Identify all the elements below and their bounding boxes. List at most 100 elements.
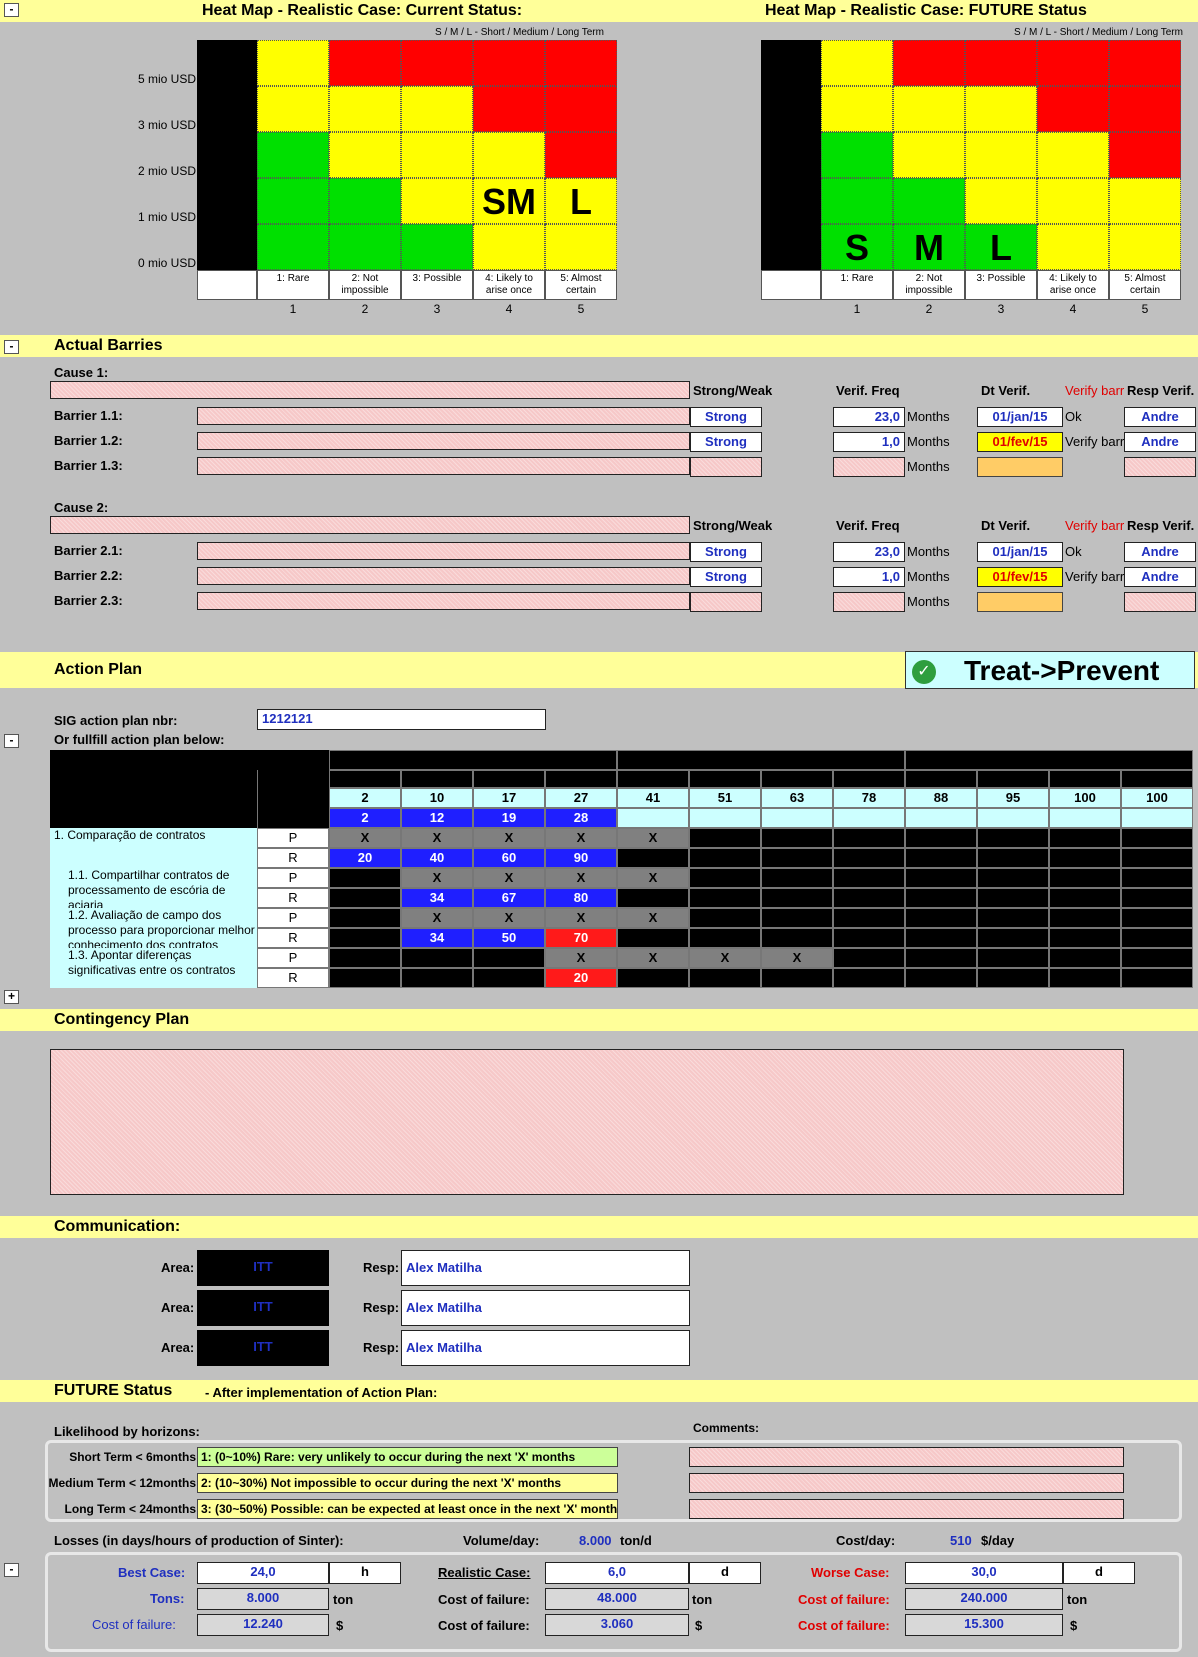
- future-heatmap-cell: [1037, 132, 1109, 178]
- sig-action-plan-input[interactable]: 1212121: [257, 709, 546, 730]
- tons-label: Tons:: [150, 1591, 185, 1606]
- plan-cell: [1049, 828, 1121, 848]
- collapse-barriers-button[interactable]: -: [4, 340, 19, 354]
- strong-weak-value[interactable]: Strong: [690, 542, 762, 562]
- cause-label: Cause 1:: [54, 365, 109, 380]
- contingency-plan-input[interactable]: [50, 1049, 1124, 1195]
- barrier-label: Barrier 2.2:: [54, 568, 123, 583]
- resp-input[interactable]: Alex Matilha: [401, 1330, 690, 1366]
- strong-weak-value[interactable]: [690, 457, 762, 477]
- dt-verif-value[interactable]: [977, 457, 1063, 477]
- treat-prevent-button[interactable]: ✓ Treat->Prevent: [905, 651, 1195, 689]
- cause-label: Cause 2:: [54, 500, 109, 515]
- future-heatmap-cell: [1109, 132, 1181, 178]
- resp-verif-value[interactable]: Andre: [1124, 432, 1196, 452]
- plan-year-header: [905, 750, 1193, 770]
- current-heatmap-cell: [401, 132, 473, 178]
- area-value[interactable]: ITT: [197, 1250, 329, 1286]
- strong-weak-value[interactable]: Strong: [690, 432, 762, 452]
- future-subtitle: - After implementation of Action Plan:: [205, 1385, 438, 1400]
- barrier-input[interactable]: [197, 407, 690, 425]
- worse-tons-unit: ton: [1067, 1592, 1088, 1607]
- resp-input[interactable]: Alex Matilha: [401, 1250, 690, 1286]
- horizon-comment-input[interactable]: [689, 1499, 1124, 1519]
- real-cell: [977, 968, 1049, 988]
- horizon-select[interactable]: 2: (10~30%) Not impossible to occur duri…: [197, 1473, 618, 1493]
- plan-cell: [833, 908, 905, 928]
- barrier-input[interactable]: [197, 592, 690, 610]
- area-value[interactable]: ITT: [197, 1290, 329, 1326]
- strong-weak-value[interactable]: Strong: [690, 407, 762, 427]
- best-cost-unit: $: [336, 1618, 344, 1633]
- worse-case-input[interactable]: 30,0: [905, 1562, 1063, 1584]
- resp-verif-header: Resp Verif.: [1127, 518, 1195, 533]
- resp-verif-value[interactable]: [1124, 592, 1196, 612]
- future-heatmap-cell: [1109, 40, 1181, 86]
- dt-verif-value[interactable]: 01/jan/15: [977, 542, 1063, 562]
- worse-cost-value: 15.300: [905, 1614, 1063, 1636]
- horizon-comment-input[interactable]: [689, 1447, 1124, 1467]
- verif-freq-value[interactable]: 23,0: [833, 542, 905, 562]
- resp-input[interactable]: Alex Matilha: [401, 1290, 690, 1326]
- plan-cumulative-value: 10: [401, 788, 473, 808]
- collapse-losses-button[interactable]: -: [4, 1563, 19, 1577]
- barrier-input[interactable]: [197, 457, 690, 475]
- future-heatmap-likelihood-number: 5: [1141, 302, 1149, 316]
- dt-verif-value[interactable]: 01/fev/15: [977, 567, 1063, 587]
- verif-freq-value[interactable]: 1,0: [833, 567, 905, 587]
- plan-cell: X: [401, 908, 473, 928]
- resp-verif-value[interactable]: [1124, 457, 1196, 477]
- current-heatmap-cell: [329, 132, 401, 178]
- strong-weak-value[interactable]: Strong: [690, 567, 762, 587]
- verif-freq-value[interactable]: [833, 457, 905, 477]
- dt-verif-value[interactable]: 01/fev/15: [977, 432, 1063, 452]
- plan-cumulative-value: 51: [689, 788, 761, 808]
- best-tons-unit: ton: [333, 1592, 354, 1607]
- plan-cell: X: [545, 868, 617, 888]
- plan-month-header: [329, 770, 401, 788]
- strong-weak-header: Strong/Weak: [693, 383, 773, 398]
- barrier-input[interactable]: [197, 567, 690, 585]
- horizon-label: Long Term < 24months: [64, 1502, 196, 1516]
- cause-input[interactable]: [50, 516, 690, 534]
- resp-verif-value[interactable]: Andre: [1124, 542, 1196, 562]
- future-heatmap-cell: [965, 40, 1037, 86]
- barrier-input[interactable]: [197, 432, 690, 450]
- cause-input[interactable]: [50, 381, 690, 399]
- dt-verif-header: Dt Verif.: [981, 383, 1031, 398]
- plan-cumulative-value: 100: [1121, 788, 1193, 808]
- horizon-select[interactable]: 1: (0~10%) Rare: very unlikely to occur …: [197, 1447, 618, 1467]
- resp-label: Resp:: [363, 1340, 400, 1355]
- verif-freq-value[interactable]: [833, 592, 905, 612]
- real-cell: 20: [329, 848, 401, 868]
- dt-verif-value[interactable]: 01/jan/15: [977, 407, 1063, 427]
- realistic-case-input[interactable]: 6,0: [545, 1562, 689, 1584]
- plan-cell: [905, 948, 977, 968]
- current-heatmap-likelihood-label: 3: Possible: [401, 270, 473, 300]
- real-cell: [977, 928, 1049, 948]
- verif-freq-value[interactable]: 1,0: [833, 432, 905, 452]
- worse-case-label: Worse Case:: [811, 1565, 890, 1580]
- resp-verif-value[interactable]: Andre: [1124, 567, 1196, 587]
- collapse-button[interactable]: -: [4, 3, 19, 17]
- collapse-action-button[interactable]: -: [4, 734, 19, 748]
- dt-verif-value[interactable]: [977, 592, 1063, 612]
- months-label: Months: [907, 594, 950, 609]
- expand-button[interactable]: +: [4, 990, 19, 1004]
- verif-freq-value[interactable]: 23,0: [833, 407, 905, 427]
- best-case-input[interactable]: 24,0: [197, 1562, 329, 1584]
- resp-verif-value[interactable]: Andre: [1124, 407, 1196, 427]
- plan-row-label: P: [257, 948, 329, 968]
- real-cell: [1049, 848, 1121, 868]
- horizon-select[interactable]: 3: (30~50%) Possible: can be expected at…: [197, 1499, 618, 1519]
- strong-weak-value[interactable]: [690, 592, 762, 612]
- future-heatmap-likelihood-number: 2: [925, 302, 933, 316]
- contingency-title: Contingency Plan: [54, 1011, 190, 1028]
- horizon-comment-input[interactable]: [689, 1473, 1124, 1493]
- plan-cumulative-value: 100: [1049, 788, 1121, 808]
- plan-cell: [833, 948, 905, 968]
- future-heatmap-cell: [1109, 224, 1181, 270]
- real-cell: [329, 968, 401, 988]
- area-value[interactable]: ITT: [197, 1330, 329, 1366]
- barrier-input[interactable]: [197, 542, 690, 560]
